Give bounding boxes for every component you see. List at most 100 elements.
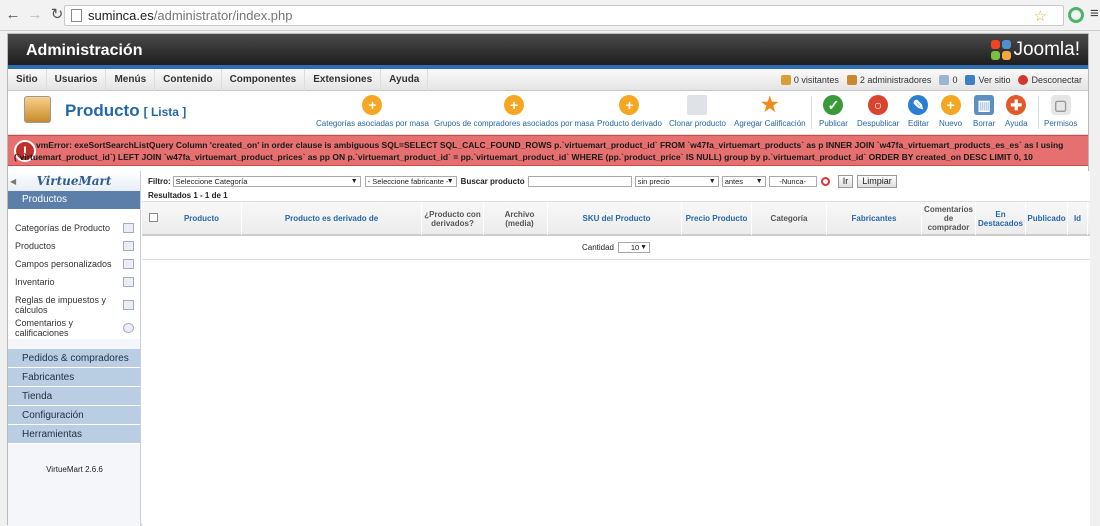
clone-icon bbox=[687, 95, 708, 115]
forward-icon[interactable]: → bbox=[26, 6, 44, 24]
category-icon bbox=[123, 223, 134, 233]
admins-count: 2 administradores bbox=[859, 75, 932, 85]
admin-header: Administración Joomla! bbox=[8, 34, 1088, 69]
pagination: Cantidad 10 bbox=[142, 242, 1090, 253]
content-area: ◀ VirtueMart Productos Categorías de Prod… bbox=[8, 171, 1090, 526]
menu-menus[interactable]: Menús bbox=[106, 68, 156, 91]
menu-usuarios[interactable]: Usuarios bbox=[47, 68, 107, 91]
sidebar-section-productos[interactable]: Productos bbox=[8, 191, 140, 209]
go-button[interactable]: Ir bbox=[837, 175, 854, 188]
table-header: Producto Producto es derivado de ¿Produc… bbox=[142, 201, 1090, 236]
custom-fields-icon bbox=[123, 259, 134, 269]
sidebar-item-categorias[interactable]: Categorías de Producto bbox=[8, 219, 140, 237]
messages-count[interactable]: 0 bbox=[952, 75, 957, 85]
admin-panel: Administración Joomla! Sitio Usuarios Me… bbox=[7, 33, 1090, 526]
page-icon bbox=[71, 9, 82, 22]
sidebar-category-fabricantes[interactable]: Fabricantes bbox=[8, 368, 140, 387]
date-mode-select[interactable]: antes bbox=[721, 176, 766, 187]
view-site-icon bbox=[965, 75, 976, 85]
rate-button[interactable]: ★ Agregar Calificación bbox=[734, 95, 806, 128]
collapse-icon[interactable]: ◀ bbox=[10, 176, 16, 186]
menu-contenido[interactable]: Contenido bbox=[155, 68, 222, 91]
menu-extensiones[interactable]: Extensiones bbox=[305, 68, 382, 91]
col-archivo: Archivo (media) bbox=[492, 202, 548, 235]
col-publicado[interactable]: Publicado bbox=[1026, 202, 1068, 235]
manufacturer-select[interactable]: - Seleccione fabricante - bbox=[364, 176, 457, 187]
edit-button[interactable]: ✎ Editar bbox=[908, 95, 929, 128]
edit-icon: ✎ bbox=[908, 95, 929, 115]
col-id[interactable]: Id bbox=[1068, 202, 1088, 235]
filter-label: Filtro: bbox=[148, 177, 171, 186]
new-button[interactable]: + Nuevo bbox=[939, 95, 962, 128]
logout-icon bbox=[1018, 75, 1029, 85]
sidebar-category-configuracion[interactable]: Configuración bbox=[8, 406, 140, 425]
menu-ayuda[interactable]: Ayuda bbox=[381, 68, 429, 91]
col-derivado-de[interactable]: Producto es derivado de bbox=[242, 202, 422, 235]
results-count: Resultados 1 - 1 de 1 bbox=[148, 191, 228, 200]
admins-icon bbox=[846, 75, 857, 85]
browser-toolbar: ← → ↻ suminca.es/administrator/index.php… bbox=[0, 0, 1100, 31]
limit-select[interactable]: 10 bbox=[618, 242, 651, 253]
col-producto[interactable]: Producto bbox=[162, 202, 242, 235]
sidebar-item-label: Inventario bbox=[15, 277, 55, 287]
sidebar-category-tienda[interactable]: Tienda bbox=[8, 387, 140, 406]
sidebar-item-impuestos[interactable]: Reglas de impuestos y cálculos bbox=[8, 291, 140, 319]
logout-link[interactable]: Desconectar bbox=[1031, 75, 1082, 85]
toolbar: Producto[ Lista ] + Categorías asociadas … bbox=[8, 91, 1088, 135]
clone-button[interactable]: Clonar producto bbox=[669, 95, 726, 128]
publish-button[interactable]: ✓ Publicar bbox=[819, 95, 848, 128]
col-categoria: Categoría bbox=[752, 202, 827, 235]
price-select[interactable]: sin precio bbox=[634, 176, 719, 187]
sidebar-category-herramientas[interactable]: Herramientas bbox=[8, 425, 140, 444]
extension-icon[interactable] bbox=[1068, 7, 1084, 23]
select-all-checkbox[interactable] bbox=[149, 213, 158, 222]
date-input[interactable]: -Nunca- bbox=[768, 176, 817, 187]
browser-menu-icon[interactable]: ≡ bbox=[1090, 6, 1100, 22]
sidebar-category-pedidos[interactable]: Pedidos & compradores bbox=[8, 349, 140, 368]
back-icon[interactable]: ← bbox=[4, 6, 22, 24]
address-bar[interactable]: suminca.es/administrator/index.php ☆ bbox=[64, 5, 1064, 26]
star-icon: ★ bbox=[760, 94, 779, 116]
help-button[interactable]: ✚ Ayuda bbox=[1005, 95, 1028, 128]
page-title: Producto[ Lista ] bbox=[65, 101, 186, 121]
groups-mass-button[interactable]: + Grupos de compradores asociados por mas… bbox=[434, 95, 594, 128]
page-subtitle: [ Lista ] bbox=[143, 105, 187, 119]
view-site-link[interactable]: Ver sitio bbox=[978, 75, 1010, 85]
joomla-mark-icon bbox=[991, 40, 1012, 60]
url-path: /administrator/index.php bbox=[153, 8, 293, 23]
col-destacados[interactable]: En Destacados bbox=[976, 202, 1026, 235]
menu-sitio[interactable]: Sitio bbox=[8, 68, 47, 91]
cat-mass-button[interactable]: + Categorías asociadas por masa bbox=[316, 95, 429, 128]
error-text: vmError: exeSortSearchListQuery Column '… bbox=[14, 140, 1064, 162]
unpublish-button[interactable]: ○ Despublicar bbox=[857, 95, 899, 128]
delete-label: Borrar bbox=[973, 119, 996, 128]
delete-button[interactable]: ▥ Borrar bbox=[973, 95, 995, 128]
category-select[interactable]: Seleccione Categoría bbox=[172, 176, 361, 187]
search-input[interactable] bbox=[527, 176, 632, 187]
status-bar: 0 visitantes 2 administradores 0 Ver sit… bbox=[773, 69, 1082, 91]
col-fabricantes[interactable]: Fabricantes bbox=[827, 202, 922, 235]
col-sku[interactable]: SKU del Producto bbox=[552, 202, 682, 235]
search-label: Buscar producto bbox=[460, 177, 525, 186]
derived-button[interactable]: + Producto derivado bbox=[597, 95, 662, 128]
col-precio[interactable]: Precio Producto bbox=[682, 202, 752, 235]
visitors-count: 0 visitantes bbox=[793, 75, 839, 85]
permissions-button[interactable]: ▢ Permisos bbox=[1044, 95, 1077, 128]
lock-icon: ▢ bbox=[1050, 95, 1071, 115]
main-content: Filtro: Seleccione Categoría - Seleccion… bbox=[142, 171, 1090, 526]
products-icon bbox=[123, 241, 134, 251]
sidebar-item-comentarios[interactable]: Comentarios y calificaciones bbox=[8, 318, 140, 338]
sidebar-item-campos[interactable]: Campos personalizados bbox=[8, 255, 140, 273]
clear-button[interactable]: Limpiar bbox=[857, 175, 897, 188]
clear-date-icon[interactable] bbox=[820, 177, 830, 186]
virtuemart-logo-text: VirtueMart bbox=[36, 174, 112, 188]
add-icon: + bbox=[504, 95, 525, 115]
bookmark-star-icon[interactable]: ☆ bbox=[1034, 7, 1047, 25]
sidebar-item-inventario[interactable]: Inventario bbox=[8, 273, 140, 291]
menu-componentes[interactable]: Componentes bbox=[222, 68, 306, 91]
check-icon: ✓ bbox=[823, 95, 844, 115]
joomla-logo[interactable]: Joomla! bbox=[991, 39, 1080, 61]
joomla-logo-text: Joomla! bbox=[1013, 39, 1080, 60]
sidebar-item-productos[interactable]: Productos bbox=[8, 237, 140, 255]
pager-label: Cantidad bbox=[581, 243, 615, 252]
